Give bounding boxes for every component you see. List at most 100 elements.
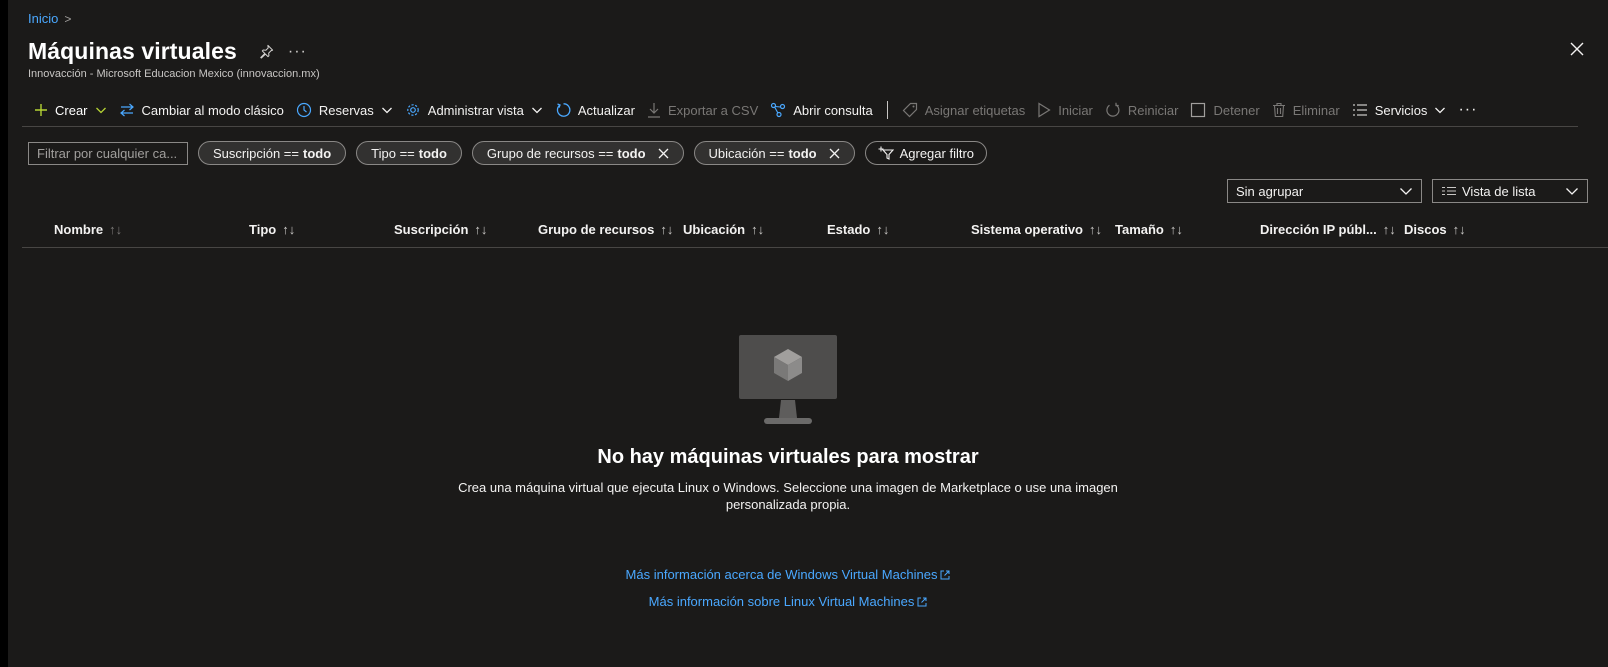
column-label: Estado <box>827 222 871 237</box>
close-icon[interactable] <box>1570 42 1584 59</box>
remove-filter-icon[interactable] <box>829 148 840 159</box>
start-label: Iniciar <box>1058 102 1093 118</box>
sort-icon: ↑↓ <box>1382 222 1396 237</box>
group-by-dropdown[interactable]: Sin agrupar <box>1227 179 1422 203</box>
chevron-down-icon <box>1400 188 1412 195</box>
pin-icon[interactable] <box>259 44 274 59</box>
reservations-button[interactable]: Reservas <box>290 95 399 125</box>
column-header-size[interactable]: Tamaño ↑↓ <box>1115 222 1183 237</box>
table-header: Nombre ↑↓ Tipo ↑↓ Suscripción ↑↓ Grupo de r… <box>22 214 1608 248</box>
page-subtitle: Innovacción - Microsoft Educacion Mexico… <box>28 68 320 80</box>
sort-icon: ↑↓ <box>282 222 296 237</box>
manage-view-button[interactable]: Administrar vista <box>399 95 549 125</box>
column-label: Grupo de recursos <box>538 222 655 237</box>
refresh-icon <box>556 103 571 117</box>
column-label: Dirección IP públ... <box>1260 222 1377 237</box>
filter-pill-label: Tipo == <box>371 145 415 161</box>
grouping-controls: Sin agrupar Vista de lista <box>1227 179 1588 203</box>
column-header-type[interactable]: Tipo ↑↓ <box>249 222 295 237</box>
filter-pill-location[interactable]: Ubicación == todo <box>693 141 855 165</box>
column-header-public-ip[interactable]: Dirección IP públ... ↑↓ <box>1260 222 1396 237</box>
open-query-button[interactable]: Abrir consulta <box>764 95 878 125</box>
windows-vm-info-link[interactable]: Más información acerca de Windows Virtua… <box>626 567 951 582</box>
breadcrumb: Inicio > <box>28 11 71 26</box>
toolbar-divider <box>886 101 888 119</box>
column-header-os[interactable]: Sistema operativo ↑↓ <box>971 222 1102 237</box>
sort-icon: ↑↓ <box>109 222 123 237</box>
external-link-icon <box>917 597 927 606</box>
restart-button[interactable]: Reiniciar <box>1099 95 1185 125</box>
chevron-down-icon <box>381 107 392 114</box>
filter-pill-value: todo <box>617 145 646 161</box>
create-label: Crear <box>55 102 88 118</box>
refresh-button[interactable]: Actualizar <box>549 95 641 125</box>
filter-search-input[interactable] <box>28 141 188 165</box>
more-commands-button[interactable]: ··· <box>1452 95 1483 125</box>
column-header-disks[interactable]: Discos ↑↓ <box>1404 222 1466 237</box>
page-title: Máquinas virtuales <box>28 38 237 64</box>
services-button[interactable]: Servicios <box>1346 95 1453 125</box>
view-mode-value: Vista de lista <box>1462 183 1536 199</box>
query-icon <box>771 102 786 118</box>
filter-pill-label: Grupo de recursos == <box>486 145 614 161</box>
more-options-icon[interactable]: ··· <box>288 43 307 61</box>
switch-icon <box>119 103 134 117</box>
breadcrumb-home-link[interactable]: Inicio <box>28 11 58 26</box>
column-label: Nombre <box>54 222 104 237</box>
filter-pill-resource-group[interactable]: Grupo de recursos == todo <box>471 141 684 165</box>
column-label: Ubicación <box>683 222 746 237</box>
sort-icon: ↑↓ <box>1452 222 1466 237</box>
column-label: Discos <box>1404 222 1447 237</box>
restart-label: Reiniciar <box>1127 102 1179 118</box>
filter-bar: Suscripción == todo Tipo == todo Grupo d… <box>28 141 988 165</box>
sort-icon: ↑↓ <box>474 222 488 237</box>
filter-add-icon <box>878 146 894 160</box>
chevron-down-icon <box>531 107 542 114</box>
chevron-down-icon <box>1566 188 1578 195</box>
stop-icon <box>1191 102 1206 118</box>
download-icon <box>647 103 660 118</box>
group-by-value: Sin agrupar <box>1236 183 1304 199</box>
trash-icon <box>1272 102 1285 118</box>
column-label: Tamaño <box>1115 222 1164 237</box>
column-header-name[interactable]: Nombre ↑↓ <box>54 222 122 237</box>
monitor-icon <box>739 335 837 424</box>
filter-pill-value: todo <box>303 145 332 161</box>
blade: Inicio > Máquinas virtuales ··· Innovacc… <box>8 0 1608 667</box>
column-header-location[interactable]: Ubicación ↑↓ <box>683 222 764 237</box>
filter-pill-label: Suscripción == <box>213 145 299 161</box>
empty-state: No hay máquinas virtuales para mostrar C… <box>8 334 1568 609</box>
export-csv-button[interactable]: Exportar a CSV <box>641 95 764 125</box>
sort-icon: ↑↓ <box>876 222 890 237</box>
column-header-resource-group[interactable]: Grupo de recursos ↑↓ <box>538 222 673 237</box>
start-button[interactable]: Iniciar <box>1031 95 1099 125</box>
column-header-subscription[interactable]: Suscripción ↑↓ <box>394 222 487 237</box>
column-label: Tipo <box>249 222 277 237</box>
stop-label: Detener <box>1213 102 1260 118</box>
remove-filter-icon[interactable] <box>658 148 669 159</box>
classic-mode-label: Cambiar al modo clásico <box>141 102 284 118</box>
column-header-status[interactable]: Estado ↑↓ <box>827 222 889 237</box>
assign-tags-button[interactable]: Asignar etiquetas <box>896 95 1031 125</box>
linux-vm-info-link[interactable]: Más información sobre Linux Virtual Mach… <box>649 594 928 609</box>
filter-pill-subscription[interactable]: Suscripción == todo <box>198 141 347 165</box>
list-view-icon <box>1442 186 1456 196</box>
open-query-label: Abrir consulta <box>793 102 873 118</box>
delete-button[interactable]: Eliminar <box>1266 95 1346 125</box>
list-icon <box>1352 104 1367 116</box>
filter-pill-type[interactable]: Tipo == todo <box>356 141 462 165</box>
view-mode-dropdown[interactable]: Vista de lista <box>1432 179 1588 203</box>
linux-vm-info-label: Más información sobre Linux Virtual Mach… <box>648 594 915 609</box>
sort-icon: ↑↓ <box>660 222 674 237</box>
stop-button[interactable]: Detener <box>1184 95 1265 125</box>
command-bar: Crear Cambiar al modo clásico Reservas A… <box>22 94 1578 127</box>
reservations-label: Reservas <box>318 102 374 118</box>
classic-mode-button[interactable]: Cambiar al modo clásico <box>113 95 290 125</box>
create-button[interactable]: Crear <box>28 95 113 125</box>
gear-icon <box>406 104 419 116</box>
plus-icon <box>35 104 47 116</box>
add-filter-label: Agregar filtro <box>899 145 975 161</box>
add-filter-button[interactable]: Agregar filtro <box>864 141 988 165</box>
refresh-label: Actualizar <box>577 102 635 118</box>
chevron-down-icon <box>95 107 106 114</box>
